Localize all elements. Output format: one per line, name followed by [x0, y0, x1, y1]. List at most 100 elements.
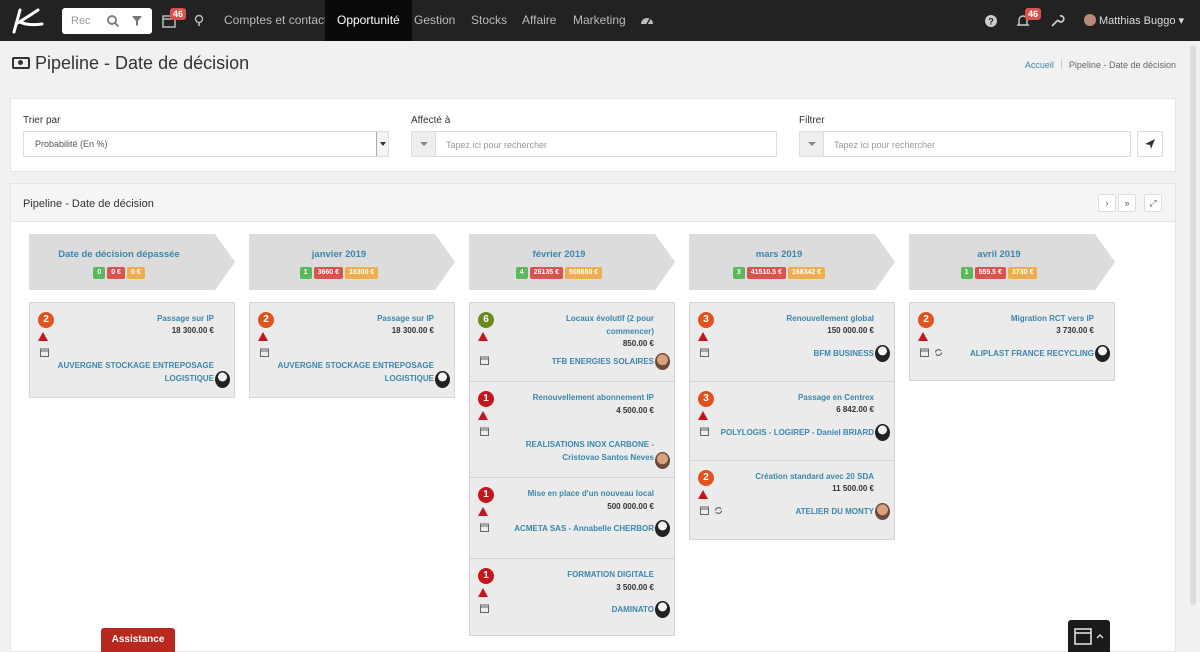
user-name: Matthias Buggo: [1099, 15, 1176, 27]
calendar-icon[interactable]: [480, 427, 489, 436]
caret-down-icon: ▾: [1178, 15, 1185, 27]
avatar: [1095, 345, 1110, 362]
warning-icon: [258, 332, 268, 341]
warning-icon: [698, 490, 708, 499]
company-name[interactable]: AUVERGNE STOCKAGE ENTREPOSAGE LOGISTIQUE: [54, 359, 214, 385]
opportunity-title[interactable]: FORMATION DIGITALE: [514, 568, 654, 581]
avatar: [655, 452, 670, 469]
priority-badge: 6: [478, 312, 494, 328]
wrench-icon[interactable]: [1049, 13, 1065, 29]
breadcrumb: Accueil Pipeline - Date de décision: [1025, 59, 1176, 70]
lightbulb-icon[interactable]: [191, 13, 207, 29]
calendar-badge: 46: [170, 8, 187, 20]
company-name[interactable]: BFM BUSINESS: [714, 347, 874, 360]
company-name[interactable]: POLYLOGIS - LOGIREP - Daniel BRIARD: [694, 426, 874, 439]
next-button[interactable]: ›: [1098, 194, 1116, 212]
calendar-icon[interactable]: [700, 506, 709, 515]
company-name[interactable]: DAMINATO: [494, 603, 654, 616]
column-title: janvier 2019: [311, 249, 367, 260]
opportunity-amount: 4 500.00 €: [616, 406, 654, 415]
global-search[interactable]: Rec: [62, 8, 152, 34]
sort-label: Trier par: [23, 115, 61, 126]
opportunity-card[interactable]: 2 Création standard avec 20 SDA 11 500.0…: [689, 460, 895, 540]
opportunity-card[interactable]: 2 Migration RCT vers IP 3 730.00 € ALIPL…: [909, 302, 1115, 381]
calendar-icon[interactable]: [480, 604, 489, 613]
opportunity-amount: 18 300.00 €: [171, 326, 214, 335]
filter-input[interactable]: Tapez ici pour rechercher: [799, 131, 1131, 157]
filter-icon[interactable]: [130, 14, 144, 28]
calendar-icon[interactable]: [260, 348, 269, 357]
company-name[interactable]: ALIPLAST FRANCE RECYCLING: [934, 347, 1094, 360]
assigned-input[interactable]: Tapez ici pour rechercher: [411, 131, 777, 157]
opportunity-title[interactable]: Mise en place d'un nouveau local: [514, 487, 654, 500]
column-title: mars 2019: [755, 249, 803, 260]
last-button[interactable]: »: [1118, 194, 1136, 212]
opportunity-title[interactable]: Migration RCT vers IP: [954, 312, 1094, 325]
logo[interactable]: [6, 4, 46, 36]
calendar-icon[interactable]: [40, 348, 49, 357]
opportunity-title[interactable]: Passage sur IP: [74, 312, 214, 325]
opportunity-title[interactable]: Renouvellement global: [734, 312, 874, 325]
company-name[interactable]: ATELIER DU MONTY: [714, 505, 874, 518]
calendar-icon[interactable]: [920, 348, 929, 357]
opportunity-card[interactable]: 3 Passage en Centrex 6 842.00 € POLYLOGI…: [689, 381, 895, 461]
company-name[interactable]: AUVERGNE STOCKAGE ENTREPOSAGE LOGISTIQUE: [274, 359, 434, 385]
opportunity-card[interactable]: 2 Passage sur IP 18 300.00 € AUVERGNE ST…: [249, 302, 455, 398]
company-name[interactable]: ACMETA SAS - Annabelle CHERBOR: [494, 522, 654, 535]
priority-badge: 1: [478, 487, 494, 503]
chevron-down-icon[interactable]: [376, 132, 388, 156]
column-badges: 00 €0 €: [29, 263, 209, 279]
priority-badge: 3: [698, 391, 714, 407]
count-badge: 3: [732, 267, 745, 279]
money-icon: [12, 57, 30, 69]
total-badge: 18300 €: [345, 267, 379, 279]
opportunity-title[interactable]: Passage en Centrex: [734, 391, 874, 404]
assistance-button[interactable]: Assistance: [101, 628, 175, 652]
assigned-dropdown-icon[interactable]: [412, 132, 436, 156]
menu-opportunite[interactable]: Opportunité: [325, 0, 412, 41]
opportunity-card[interactable]: 1 FORMATION DIGITALE 3 500.00 € DAMINATO: [469, 558, 675, 636]
dashboard-icon[interactable]: [639, 13, 655, 29]
opportunity-card[interactable]: 3 Renouvellement global 150 000.00 € BFM…: [689, 302, 895, 382]
calendar-icon[interactable]: [700, 348, 709, 357]
menu-affaire[interactable]: Affaire: [510, 0, 568, 41]
column-header-mars: mars 2019 3 41510.5 €168342 €: [689, 234, 895, 290]
company-name[interactable]: REALISATIONS INOX CARBONE - Cristovao Sa…: [494, 438, 654, 464]
opportunity-amount: 850.00 €: [622, 339, 654, 348]
calendar-icon[interactable]: [480, 356, 489, 365]
send-button[interactable]: [1137, 131, 1163, 157]
avatar: [875, 345, 890, 362]
user-menu[interactable]: Matthias Buggo ▾: [1084, 14, 1184, 27]
opportunity-card[interactable]: 6 Locaux évolutif (2 pour commencer) 850…: [469, 302, 675, 382]
sort-select[interactable]: Probabilité (En %): [23, 131, 389, 157]
warning-icon: [918, 332, 928, 341]
weighted-badge: 26135 €: [529, 267, 563, 279]
search-icon[interactable]: [106, 14, 120, 28]
opportunity-title[interactable]: Renouvellement abonnement IP: [514, 391, 654, 404]
column-badges: 4 26135 €508850 €: [469, 263, 649, 279]
company-name[interactable]: TFB ENERGIES SOLAIRES: [494, 355, 654, 368]
opportunity-card[interactable]: 1 Mise en place d'un nouveau local 500 0…: [469, 477, 675, 559]
breadcrumb-home[interactable]: Accueil: [1025, 60, 1054, 70]
expand-button[interactable]: ⤢: [1144, 194, 1162, 212]
filter-dropdown-icon[interactable]: [800, 132, 824, 156]
opportunity-title[interactable]: Locaux évolutif (2 pour commencer): [544, 312, 654, 338]
opportunity-title[interactable]: Passage sur IP: [294, 312, 434, 325]
notification-badge: 46: [1025, 8, 1042, 20]
column-title: Date de décision dépassée: [58, 249, 180, 260]
column-title: avril 2019: [977, 249, 1021, 260]
menu-marketing[interactable]: Marketing: [561, 0, 638, 41]
column-header-depassee: Date de décision dépassée 00 €0 €: [29, 234, 235, 290]
paper-plane-icon: [1145, 139, 1155, 149]
page-scrollbar[interactable]: [1190, 45, 1196, 605]
column-badges: 3 41510.5 €168342 €: [689, 263, 869, 279]
opportunity-card[interactable]: 1 Renouvellement abonnement IP 4 500.00 …: [469, 381, 675, 478]
opportunity-card[interactable]: 2 Passage sur IP 18 300.00 € AUVERGNE ST…: [29, 302, 235, 398]
opportunity-title[interactable]: Création standard avec 20 SDA: [724, 470, 874, 483]
calendar-icon[interactable]: [480, 523, 489, 532]
menu-gestion[interactable]: Gestion: [402, 0, 467, 41]
total-badge: 3730 €: [1007, 267, 1038, 279]
calendar-widget-button[interactable]: [1068, 620, 1110, 652]
help-icon[interactable]: ?: [983, 13, 999, 29]
search-placeholder: Rec: [71, 15, 91, 27]
